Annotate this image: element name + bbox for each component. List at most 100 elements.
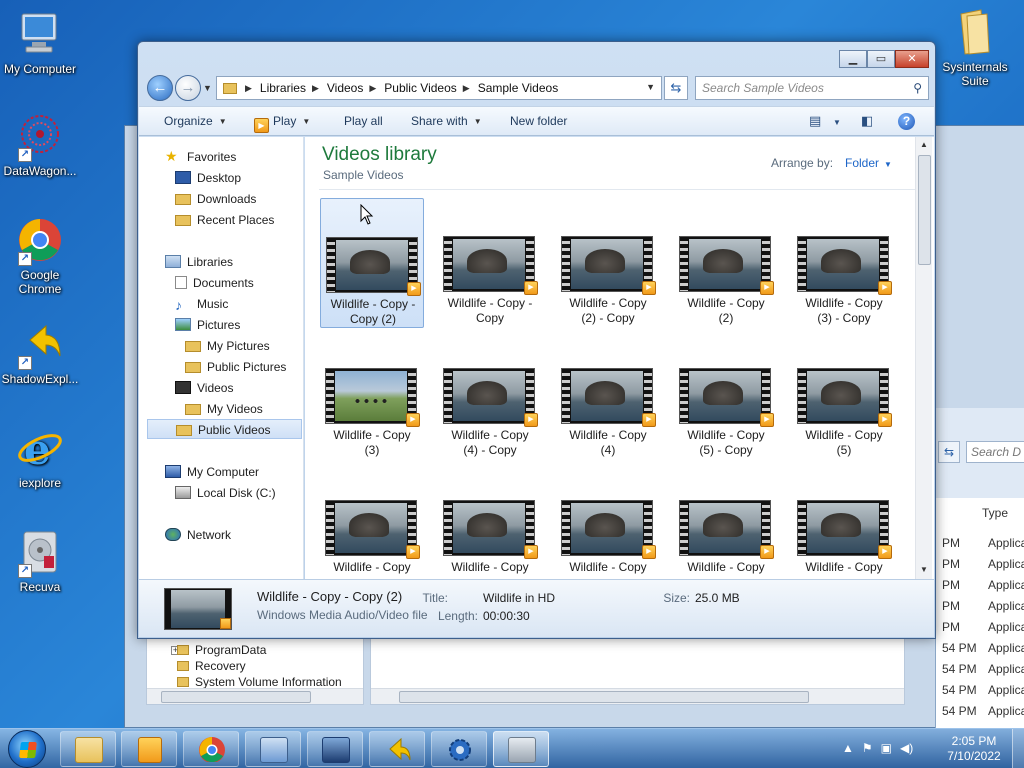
start-button[interactable] <box>8 730 46 768</box>
nav-my-videos[interactable]: My Videos <box>185 399 263 419</box>
nav-videos[interactable]: Videos <box>175 378 233 398</box>
column-header-type[interactable]: Type <box>982 506 1008 520</box>
file-tile[interactable]: ▶ Wildlife - Copy <box>792 462 896 579</box>
change-view-icon[interactable]: ▤ <box>809 113 821 129</box>
desktop-icon-iexplore[interactable]: e iexplore <box>0 424 80 490</box>
desktop-icon-my-computer[interactable]: My Computer <box>0 10 80 76</box>
details-length-label: Length: <box>437 609 478 623</box>
file-tile[interactable]: ▶ Wildlife - Copy <box>320 462 424 579</box>
horizontal-scrollbar[interactable] <box>147 688 363 704</box>
show-desktop-button[interactable] <box>1012 729 1024 768</box>
scrollbar-thumb[interactable] <box>161 691 311 703</box>
nav-favorites[interactable]: ★ Favorites <box>165 147 236 167</box>
help-icon[interactable]: ? <box>898 113 915 130</box>
desktop-icon-shadowexplorer[interactable]: ↗ ShadowExpl... <box>0 320 80 386</box>
taskbar-control-panel[interactable] <box>245 731 301 767</box>
nav-network[interactable]: Network <box>165 525 231 545</box>
breadcrumb-videos[interactable]: Videos <box>327 81 363 95</box>
file-tile[interactable]: ▶ Wildlife - Copy <box>556 462 660 579</box>
play-all-button[interactable]: Play all <box>344 114 383 128</box>
nav-public-pictures[interactable]: Public Pictures <box>185 357 286 377</box>
file-tile[interactable]: ▶ Wildlife - Copy (3) <box>320 330 424 460</box>
view-options-chevron-icon[interactable]: ▼ <box>833 118 841 127</box>
maximize-button[interactable]: ▭ <box>867 50 895 68</box>
breadcrumb-libraries[interactable]: Libraries <box>260 81 306 95</box>
volume-icon[interactable]: ◀) <box>900 741 913 755</box>
desktop-icon-recuva[interactable]: ↗ Recuva <box>0 528 80 594</box>
chevron-right-icon[interactable]: ▶ <box>369 83 376 94</box>
nav-my-computer[interactable]: My Computer <box>165 462 259 482</box>
breadcrumb-public-videos[interactable]: Public Videos <box>384 81 457 95</box>
breadcrumb-sample-videos[interactable]: Sample Videos <box>478 81 559 95</box>
desktop-icon-sysinternals[interactable]: Sysinternals Suite <box>935 8 1015 88</box>
nav-libraries[interactable]: Libraries <box>165 252 233 272</box>
file-tile[interactable]: ▶ Wildlife - Copy (4) <box>556 330 660 460</box>
share-with-button[interactable]: Share with ▼ <box>411 114 482 128</box>
horizontal-scrollbar[interactable] <box>371 688 904 704</box>
address-dropdown-icon[interactable]: ▼ <box>646 82 655 92</box>
scrollbar-thumb[interactable] <box>918 155 931 265</box>
chevron-right-icon[interactable]: ▶ <box>463 83 470 94</box>
search-input[interactable]: Search Sample Videos ⚲ <box>695 76 929 100</box>
nav-my-pictures[interactable]: My Pictures <box>185 336 270 356</box>
nav-desktop[interactable]: Desktop <box>175 168 241 188</box>
address-bar[interactable]: ▶ Libraries ▶ Videos ▶ Public Videos ▶ S… <box>216 76 662 100</box>
chevron-right-icon[interactable]: ▶ <box>312 83 319 94</box>
file-tile[interactable]: ▶ Wildlife - Copy (5) <box>792 330 896 460</box>
tree-item[interactable]: Recovery <box>177 659 246 673</box>
file-tile[interactable]: ▶ Wildlife - Copy (3) - Copy <box>792 198 896 328</box>
scroll-up-icon[interactable]: ▲ <box>920 140 928 149</box>
refresh-icon[interactable]: ⇆ <box>938 441 960 463</box>
desktop-icon-datawagon[interactable]: ↗ DataWagon... <box>0 112 80 178</box>
tree-item[interactable]: ProgramData <box>177 643 266 657</box>
action-center-icon[interactable]: ⚑ <box>862 741 873 755</box>
file-tile[interactable]: ▶ Wildlife - Copy (5) - Copy <box>674 330 778 460</box>
nav-public-videos[interactable]: Public Videos <box>147 419 302 439</box>
file-tile[interactable]: ▶ Wildlife - Copy - Copy <box>438 198 542 328</box>
preview-pane-icon[interactable]: ◧ <box>861 113 873 129</box>
taskbar-chrome[interactable] <box>183 731 239 767</box>
nav-downloads[interactable]: Downloads <box>175 189 256 209</box>
clock[interactable]: 2:05 PM 7/10/2022 <box>944 734 1004 764</box>
nav-local-disk[interactable]: Local Disk (C:) <box>175 483 276 503</box>
recent-pages-dropdown-icon[interactable]: ▼ <box>203 83 212 93</box>
taskbar-remote-desktop[interactable] <box>307 731 363 767</box>
file-tile[interactable]: ▶ Wildlife - Copy (4) - Copy <box>438 330 542 460</box>
details-title-value[interactable]: Wildlife in HD <box>483 591 555 605</box>
file-tile[interactable]: ▶ Wildlife - Copy <box>438 462 542 579</box>
close-button[interactable]: ✕ <box>895 50 929 68</box>
file-tile[interactable]: ▶ Wildlife - Copy (2) <box>674 198 778 328</box>
taskbar-media-player[interactable] <box>121 731 177 767</box>
file-name: Wildlife - Copy (3) - Copy <box>805 296 883 325</box>
show-hidden-icons-icon[interactable]: ▲ <box>842 741 854 755</box>
taskbar-recuva[interactable] <box>493 731 549 767</box>
arrange-by-dropdown[interactable]: Folder ▼ <box>845 156 892 170</box>
taskbar-explorer[interactable] <box>60 731 116 767</box>
organize-button[interactable]: Organize ▼ <box>164 114 227 128</box>
file-name: Wildlife - Copy - Copy <box>447 296 533 325</box>
explorer-window[interactable]: ▁ ▭ ✕ ← → ▼ ▶ Libraries ▶ Videos ▶ Publi… <box>137 41 936 639</box>
new-folder-button[interactable]: New folder <box>510 114 567 128</box>
nav-documents[interactable]: Documents <box>175 273 254 293</box>
taskbar-shadowexplorer[interactable] <box>369 731 425 767</box>
network-status-icon[interactable]: ▣ <box>881 741 892 755</box>
scrollbar-thumb[interactable] <box>399 691 809 703</box>
minimize-button[interactable]: ▁ <box>839 50 867 68</box>
desktop-icon-chrome[interactable]: ↗ Google Chrome <box>0 216 80 296</box>
search-input[interactable]: Search D <box>966 441 1024 463</box>
refresh-button[interactable]: ⇆ <box>664 76 688 100</box>
file-tile[interactable]: ▶ Wildlife - Copy (2) - Copy <box>556 198 660 328</box>
mouse-cursor-icon <box>360 204 374 225</box>
nav-music[interactable]: ♪ Music <box>175 294 228 314</box>
chevron-right-icon[interactable]: ▶ <box>245 83 252 94</box>
play-button[interactable]: ▶ Play ▼ <box>254 114 310 133</box>
vertical-scrollbar[interactable]: ▲ ▼ <box>915 137 932 579</box>
tree-item[interactable]: System Volume Information <box>177 675 342 689</box>
taskbar-settings[interactable] <box>431 731 487 767</box>
nav-recent-places[interactable]: Recent Places <box>175 210 274 230</box>
file-tile[interactable]: ▶ Wildlife - Copy <box>674 462 778 579</box>
forward-button[interactable]: → <box>175 75 201 101</box>
scroll-down-icon[interactable]: ▼ <box>920 565 928 574</box>
nav-pictures[interactable]: Pictures <box>175 315 240 335</box>
back-button[interactable]: ← <box>147 75 173 101</box>
